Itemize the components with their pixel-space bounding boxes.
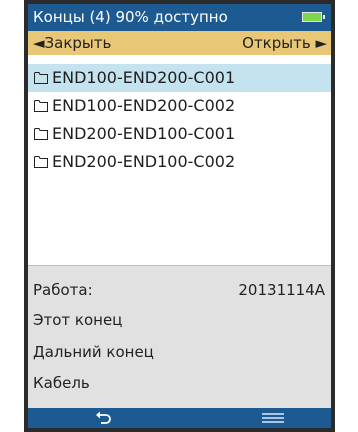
folder-icon	[34, 128, 48, 140]
folder-icon	[34, 72, 48, 84]
cable-label: Кабель	[33, 374, 90, 392]
back-arrow-icon[interactable]	[95, 410, 113, 426]
list-item[interactable]: END200-END100-C001	[28, 120, 331, 148]
device-screen: Концы (4) 90% доступно ◄Закрыть Открыть …	[28, 4, 331, 428]
list-item-label: END100-END200-C002	[52, 96, 236, 115]
open-softkey[interactable]: Открыть ►	[242, 31, 327, 55]
list-item[interactable]: END200-END100-C002	[28, 148, 331, 176]
softkey-bar: ◄Закрыть Открыть ►	[28, 31, 331, 55]
far-end-label: Дальний конец	[33, 343, 154, 361]
battery-icon	[302, 12, 325, 22]
screen-title: Концы (4) 90% доступно	[33, 8, 228, 26]
list-item-label: END200-END100-C001	[52, 124, 236, 143]
title-bar: Концы (4) 90% доступно	[28, 4, 331, 31]
ends-list: END100-END200-C001 END100-END200-C002 EN…	[28, 55, 331, 265]
bottom-bar	[28, 408, 331, 428]
menu-icon[interactable]	[262, 413, 284, 423]
list-item-label: END100-END200-C001	[52, 68, 236, 87]
close-softkey[interactable]: ◄Закрыть	[33, 31, 111, 55]
job-value: 20131114A	[238, 281, 325, 299]
folder-icon	[34, 100, 48, 112]
list-item-label: END200-END100-C002	[52, 152, 236, 171]
folder-icon	[34, 156, 48, 168]
job-label: Работа:	[33, 281, 93, 299]
this-end-label: Этот конец	[33, 311, 123, 329]
list-item[interactable]: END100-END200-C002	[28, 92, 331, 120]
device-frame: Концы (4) 90% доступно ◄Закрыть Открыть …	[24, 0, 335, 432]
info-panel: Работа: 20131114A Этот конец Дальний кон…	[28, 265, 331, 409]
list-item[interactable]: END100-END200-C001	[28, 64, 331, 92]
